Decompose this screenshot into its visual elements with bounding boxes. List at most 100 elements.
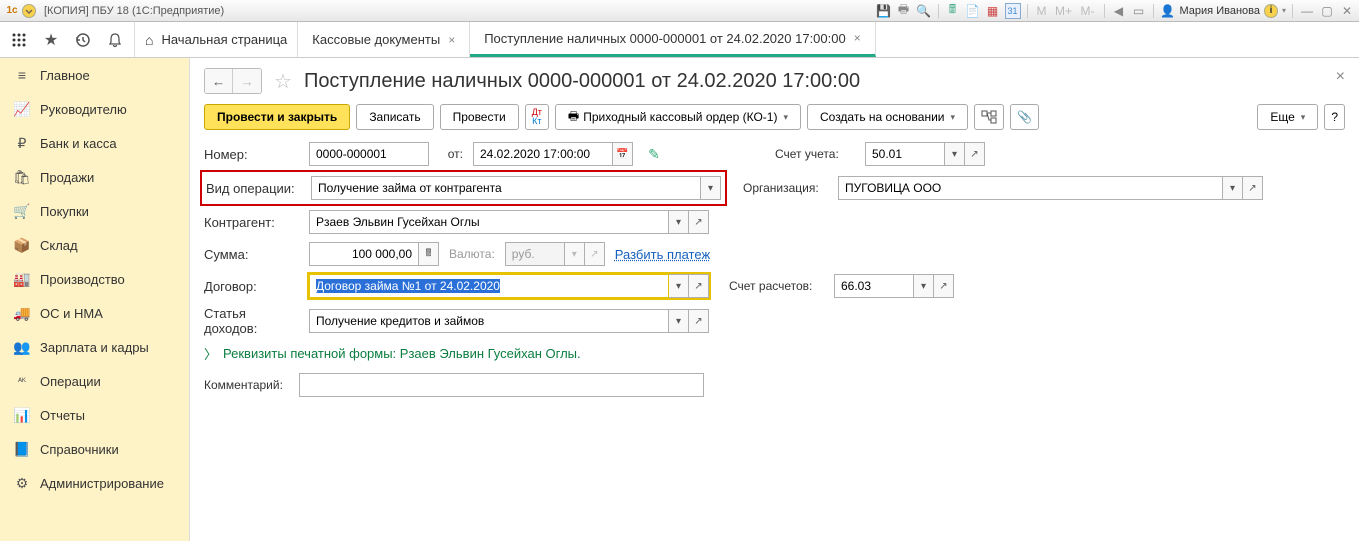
info-icon[interactable]: i xyxy=(1264,4,1278,18)
tab-cash-docs[interactable]: Кассовые документы × xyxy=(298,22,470,57)
calendar-picker-icon[interactable]: 📅 xyxy=(613,142,633,166)
maximize-icon[interactable]: ▢ xyxy=(1319,3,1335,19)
date-input[interactable] xyxy=(473,142,613,166)
star-icon[interactable]: ★ xyxy=(42,31,60,49)
dropdown-icon[interactable]: ▾ xyxy=(669,210,689,234)
sidebar-item-production[interactable]: 🏭 Производство xyxy=(0,262,189,296)
sidebar-item-label: Производство xyxy=(40,272,125,287)
contract-highlight: Договор займа №1 от 24.02.2020 ▾ ↗ xyxy=(309,274,709,298)
calc-icon[interactable]: 🖩 xyxy=(945,3,961,19)
requisites-toggle[interactable]: 〉 Реквизиты печатной формы: Рзаев Эльвин… xyxy=(204,344,1345,363)
print-icon[interactable]: 🖶 xyxy=(896,3,912,19)
nav-down-icon[interactable] xyxy=(22,4,36,18)
close-window-icon[interactable]: ✕ xyxy=(1339,3,1355,19)
tab-close-icon[interactable]: × xyxy=(448,33,455,47)
op-type-input[interactable] xyxy=(311,176,701,200)
more-button[interactable]: Еще ▾ xyxy=(1257,104,1318,130)
org-input[interactable] xyxy=(838,176,1223,200)
back-nav-icon[interactable]: ◀ xyxy=(1111,3,1127,19)
window-icon[interactable]: ▭ xyxy=(1131,3,1147,19)
favorite-star-icon[interactable]: ☆ xyxy=(274,69,292,94)
create-based-label: Создать на основании xyxy=(820,110,945,124)
nav-arrows: ← → xyxy=(204,68,262,94)
sidebar-item-sales[interactable]: 🛍Продажи xyxy=(0,160,189,194)
chart-line-icon: 📈 xyxy=(14,101,30,117)
calendar-icon[interactable]: 31 xyxy=(1005,3,1021,19)
main-toolbar: ★ ⌂ Начальная страница Кассовые документ… xyxy=(0,22,1359,58)
sidebar-item-main[interactable]: ≡Главное xyxy=(0,58,189,92)
post-and-close-button[interactable]: Провести и закрыть xyxy=(204,104,350,130)
dropdown-icon[interactable]: ▾ xyxy=(1223,176,1243,200)
manual-edit-icon[interactable]: ✎ xyxy=(643,143,665,165)
close-page-icon[interactable]: × xyxy=(1336,68,1345,86)
account-input[interactable] xyxy=(865,142,945,166)
caret-down-icon: ▾ xyxy=(783,112,788,123)
history-icon[interactable] xyxy=(74,31,92,49)
tab-receipt[interactable]: Поступление наличных 0000-000001 от 24.0… xyxy=(470,22,876,57)
split-payment-link[interactable]: Разбить платеж xyxy=(615,247,710,262)
sidebar-item-bank[interactable]: ₽Банк и касса xyxy=(0,126,189,160)
sidebar-item-warehouse[interactable]: 📦Склад xyxy=(0,228,189,262)
open-icon[interactable]: ↗ xyxy=(689,274,709,298)
tab-home[interactable]: ⌂ Начальная страница xyxy=(135,22,298,57)
bell-icon[interactable] xyxy=(106,31,124,49)
dropdown-icon[interactable]: ▾ xyxy=(945,142,965,166)
open-icon[interactable]: ↗ xyxy=(1243,176,1263,200)
box-icon: 📦 xyxy=(14,237,30,253)
open-icon[interactable]: ↗ xyxy=(934,274,954,298)
counterparty-input[interactable] xyxy=(309,210,669,234)
dropdown-icon[interactable]: ▾ xyxy=(669,309,689,333)
info-caret[interactable]: ▾ xyxy=(1282,6,1286,15)
open-icon[interactable]: ↗ xyxy=(689,210,709,234)
contract-value: Договор займа №1 от 24.02.2020 xyxy=(316,279,500,293)
sidebar-item-operations[interactable]: ᴬᴷОперации xyxy=(0,364,189,398)
sidebar-item-assets[interactable]: 🚚ОС и НМА xyxy=(0,296,189,330)
number-input[interactable] xyxy=(309,142,429,166)
book-icon: 📘 xyxy=(14,441,30,457)
m-minus-icon[interactable]: M- xyxy=(1078,3,1098,19)
dropdown-icon: ▾ xyxy=(565,242,585,266)
minimize-icon[interactable]: — xyxy=(1299,3,1315,19)
help-button[interactable]: ? xyxy=(1324,104,1345,130)
printer-icon: 🖶 xyxy=(568,107,579,128)
sum-input[interactable] xyxy=(309,242,419,266)
calendar-day-icon[interactable]: ▦ xyxy=(985,3,1001,19)
m-icon[interactable]: M xyxy=(1034,3,1050,19)
doc-icon[interactable]: 📄 xyxy=(965,3,981,19)
dropdown-icon[interactable]: ▾ xyxy=(669,274,689,298)
apps-icon[interactable] xyxy=(10,31,28,49)
open-icon[interactable]: ↗ xyxy=(965,142,985,166)
m-plus-icon[interactable]: M+ xyxy=(1054,3,1074,19)
save-icon[interactable]: 💾 xyxy=(876,3,892,19)
print-ko1-button[interactable]: 🖶 Приходный кассовый ордер (КО-1) ▾ xyxy=(555,104,801,130)
attach-button[interactable]: 📎 xyxy=(1010,104,1039,130)
settle-acc-input[interactable] xyxy=(834,274,914,298)
dtk-button[interactable]: ДтКт xyxy=(525,104,549,130)
post-button[interactable]: Провести xyxy=(440,104,519,130)
bag-icon: 🛍 xyxy=(14,169,30,185)
income-input[interactable] xyxy=(309,309,669,333)
factory-icon: 🏭 xyxy=(14,271,30,287)
calc-icon[interactable]: 🖩 xyxy=(419,242,439,266)
sidebar-item-purchases[interactable]: 🛒Покупки xyxy=(0,194,189,228)
related-icon-button[interactable] xyxy=(974,104,1004,130)
nav-forward-button[interactable]: → xyxy=(233,69,261,93)
sidebar-item-admin[interactable]: ⚙Администрирование xyxy=(0,466,189,500)
requisites-text: Реквизиты печатной формы: Рзаев Эльвин Г… xyxy=(223,346,581,361)
comment-input[interactable] xyxy=(299,373,704,397)
sidebar-item-refs[interactable]: 📘Справочники xyxy=(0,432,189,466)
sidebar-item-manager[interactable]: 📈Руководителю xyxy=(0,92,189,126)
sidebar-item-label: Операции xyxy=(40,374,101,389)
dropdown-icon[interactable]: ▾ xyxy=(914,274,934,298)
sidebar-item-reports[interactable]: 📊Отчеты xyxy=(0,398,189,432)
nav-back-button[interactable]: ← xyxy=(205,69,233,93)
account-label: Счет учета: xyxy=(775,147,855,161)
open-icon[interactable]: ↗ xyxy=(689,309,709,333)
sidebar-item-hr[interactable]: 👥Зарплата и кадры xyxy=(0,330,189,364)
create-based-button[interactable]: Создать на основании ▾ xyxy=(807,104,968,130)
dropdown-icon[interactable]: ▾ xyxy=(701,176,721,200)
tab-close-icon[interactable]: × xyxy=(854,31,861,45)
contract-input[interactable]: Договор займа №1 от 24.02.2020 xyxy=(309,274,669,298)
save-button[interactable]: Записать xyxy=(356,104,433,130)
preview-icon[interactable]: 🔍 xyxy=(916,3,932,19)
